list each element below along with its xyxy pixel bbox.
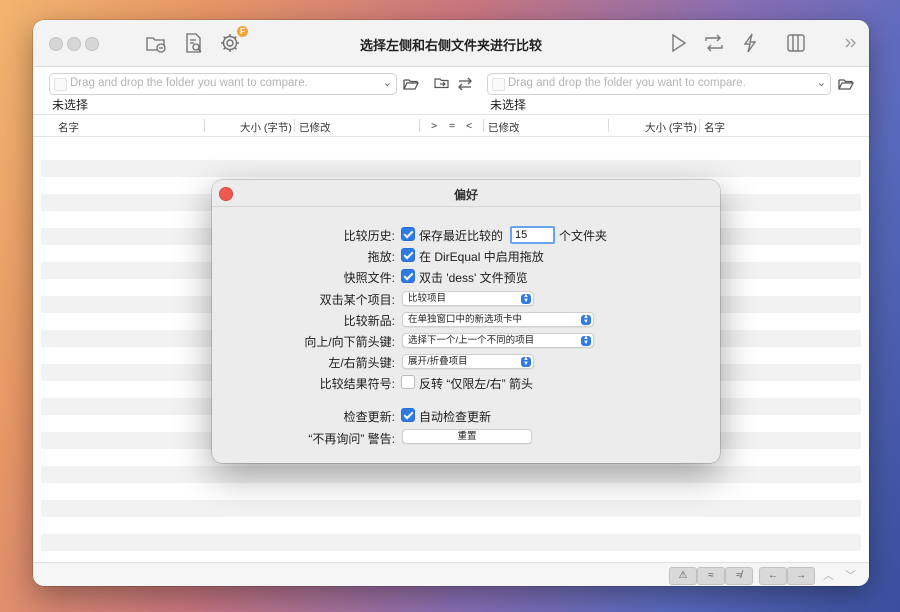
filter-different-button[interactable]: ≉ bbox=[725, 567, 753, 585]
left-modified-column-header[interactable]: 已修改 bbox=[299, 120, 331, 135]
dragdrop-text: 在 DirEqual 中启用拖放 bbox=[419, 250, 544, 264]
dragdrop-checkbox[interactable] bbox=[401, 248, 415, 262]
reset-warnings-button[interactable]: 重置 bbox=[402, 429, 532, 444]
list-row bbox=[41, 466, 861, 483]
history-check-text: 保存最近比较的 bbox=[419, 229, 504, 243]
updown-keys-value: 选择下一个/上一个不同的项目 bbox=[408, 335, 535, 346]
doubleclick-label: 双击某个项目: bbox=[319, 293, 395, 307]
updown-chevron-icon: ▲ ▼ bbox=[581, 314, 591, 325]
history-count-field[interactable]: 15 bbox=[510, 226, 555, 244]
right-modified-column-header[interactable]: 已修改 bbox=[488, 120, 520, 135]
quicklook-checkbox[interactable] bbox=[401, 269, 415, 283]
updown-keys-label: 向上/向下箭头键: bbox=[304, 335, 395, 349]
list-row bbox=[41, 534, 861, 551]
dialog-title-bar: 偏好 bbox=[212, 180, 720, 207]
quicklook-text: 双击 'dess' 文件预览 bbox=[419, 271, 528, 285]
updown-chevron-icon: ▲ ▼ bbox=[521, 293, 531, 304]
header-top-divider bbox=[33, 114, 869, 115]
update-checkbox[interactable] bbox=[401, 408, 415, 422]
history-checkbox[interactable] bbox=[401, 227, 415, 241]
filter-warning-button[interactable]: ⚠ bbox=[669, 567, 697, 585]
left-size-column-header[interactable]: 大小 (字节) bbox=[240, 120, 292, 135]
title-bar: F 选择左侧和右侧文件夹进行比较 bbox=[33, 20, 869, 67]
filter-left-only-button[interactable]: ← bbox=[759, 567, 787, 585]
compare-equal-header[interactable]: = bbox=[449, 120, 455, 132]
compare-less-header[interactable]: < bbox=[466, 120, 472, 132]
dialog-title: 偏好 bbox=[453, 188, 478, 202]
newcompare-label: 比较新品: bbox=[343, 314, 395, 328]
filter-right-only-button[interactable]: → bbox=[787, 567, 815, 585]
left-path-checkbox[interactable] bbox=[54, 78, 67, 91]
leftright-keys-select[interactable]: 展开/折叠项目 ▲ ▼ bbox=[402, 354, 534, 369]
chevron-up-icon[interactable]: ︿ bbox=[823, 567, 834, 583]
history-suffix: 个文件夹 bbox=[559, 229, 608, 243]
preferences-dialog: 偏好 比较历史: 保存最近比较的 15 个文件夹 拖放: 在 DirEqual … bbox=[212, 180, 720, 463]
history-label: 比较历史: bbox=[343, 229, 395, 243]
symbol-text: 反转 “仅限左/右” 箭头 bbox=[419, 377, 533, 391]
header-bottom-divider bbox=[33, 136, 869, 137]
sidebar-icon[interactable] bbox=[785, 32, 807, 54]
dragdrop-label: 拖放: bbox=[367, 250, 395, 264]
column-divider bbox=[204, 119, 205, 132]
chevron-down-icon[interactable]: ⌄ bbox=[383, 76, 392, 89]
compare-greater-header[interactable]: > bbox=[431, 120, 437, 132]
column-divider bbox=[608, 119, 609, 132]
newcompare-select[interactable]: 在单独窗口中的新选项卡中 ▲ ▼ bbox=[402, 312, 594, 327]
column-divider bbox=[419, 119, 420, 132]
right-path-placeholder: Drag and drop the folder you want to com… bbox=[508, 77, 746, 89]
chevron-down-icon[interactable]: ﹀ bbox=[845, 567, 856, 583]
left-path-placeholder: Drag and drop the folder you want to com… bbox=[70, 77, 308, 89]
lightning-icon[interactable] bbox=[739, 32, 761, 54]
list-row bbox=[41, 500, 861, 517]
left-name-column-header[interactable]: 名字 bbox=[58, 120, 79, 135]
symbol-checkbox[interactable] bbox=[401, 375, 415, 389]
leftright-keys-label: 左/右箭头键: bbox=[328, 356, 395, 370]
bottom-toolbar: ⚠ ≈ ≉ ← → ︿ ﹀ bbox=[33, 562, 869, 586]
column-divider bbox=[483, 119, 484, 132]
doubleclick-value: 比较项目 bbox=[408, 293, 447, 304]
chevron-down-icon[interactable]: ⌄ bbox=[817, 76, 826, 89]
doubleclick-select[interactable]: 比较项目 ▲ ▼ bbox=[402, 291, 534, 306]
column-divider bbox=[294, 119, 295, 132]
play-icon[interactable] bbox=[667, 32, 689, 54]
swap-arrows-icon[interactable] bbox=[456, 75, 474, 93]
right-folder-open-icon[interactable] bbox=[837, 75, 855, 93]
leftright-keys-value: 展开/折叠项目 bbox=[408, 356, 468, 367]
column-divider bbox=[699, 119, 700, 132]
updown-chevron-icon: ▲ ▼ bbox=[581, 335, 591, 346]
updown-chevron-icon: ▲ ▼ bbox=[521, 356, 531, 367]
left-status: 未选择 bbox=[52, 98, 89, 112]
updown-keys-select[interactable]: 选择下一个/上一个不同的项目 ▲ ▼ bbox=[402, 333, 594, 348]
update-text: 自动检查更新 bbox=[419, 410, 492, 424]
folder-sync-icon[interactable] bbox=[433, 75, 451, 93]
newcompare-value: 在单独窗口中的新选项卡中 bbox=[408, 314, 523, 325]
left-folder-open-icon[interactable] bbox=[402, 75, 420, 93]
right-name-column-header[interactable]: 名字 bbox=[704, 120, 725, 135]
right-size-column-header[interactable]: 大小 (字节) bbox=[645, 120, 697, 135]
right-status: 未选择 bbox=[490, 98, 527, 112]
update-label: 检查更新: bbox=[343, 410, 395, 424]
quicklook-label: 快照文件: bbox=[343, 271, 395, 285]
sync-icon[interactable] bbox=[703, 32, 725, 54]
left-path-field[interactable]: Drag and drop the folder you want to com… bbox=[49, 73, 397, 95]
symbol-label: 比较结果符号: bbox=[319, 377, 395, 391]
chevron-double-right-icon[interactable] bbox=[843, 32, 859, 54]
filter-similar-button[interactable]: ≈ bbox=[697, 567, 725, 585]
right-path-checkbox[interactable] bbox=[492, 78, 505, 91]
list-row bbox=[41, 160, 861, 177]
warning-label: “不再询问” 警告: bbox=[308, 432, 395, 446]
right-path-field[interactable]: Drag and drop the folder you want to com… bbox=[487, 73, 831, 95]
